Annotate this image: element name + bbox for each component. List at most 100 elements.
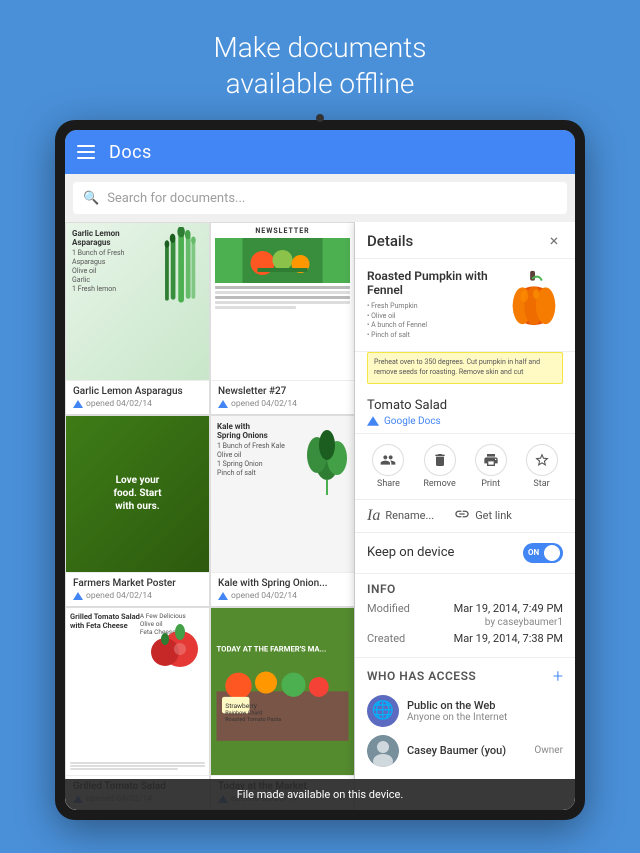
details-header: Details ×	[355, 222, 575, 259]
hero-line2: available offline	[226, 67, 415, 100]
doc-meta-kale: opened 04/02/14	[218, 591, 347, 601]
doc-card-newsletter[interactable]: NEWSLETTER	[210, 222, 355, 415]
recipe-text-content: Roasted Pumpkin with Fennel • Fresh Pump…	[367, 269, 497, 341]
casey-name: Casey Baumer (you)	[407, 744, 526, 757]
tablet-screen: Docs 🔍 Search for documents... Garlic Le…	[65, 130, 575, 810]
get-link-label: Get link	[475, 509, 512, 522]
public-name: Public on the Web	[407, 699, 563, 712]
doc-footer-market: Farmers Market Poster opened 04/02/14	[66, 572, 209, 606]
access-item-casey: Casey Baumer (you) Owner	[367, 735, 563, 767]
linked-doc-source: Google Docs	[367, 416, 563, 427]
doc-card-kale[interactable]: Kale withSpring Onions 1 Bunch of Fresh …	[210, 415, 355, 608]
drive-icon-market	[73, 592, 83, 600]
content-area: Garlic LemonAsparagus 1 Bunch of FreshAs…	[65, 222, 575, 810]
doc-footer-newsletter: Newsletter #27 opened 04/02/14	[211, 380, 354, 414]
get-link-icon	[454, 506, 470, 526]
recipe-ingredients: • Fresh Pumpkin • Olive oil • A bunch of…	[367, 302, 497, 341]
svg-text:Roasted Tomato Pasta: Roasted Tomato Pasta	[225, 717, 281, 723]
info-section: Info Modified Mar 19, 2014, 7:49 PM by c…	[355, 574, 575, 658]
add-person-button[interactable]: +	[553, 666, 563, 687]
doc-thumbnail-newsletter: NEWSLETTER	[211, 223, 354, 380]
pumpkin-illustration	[505, 269, 563, 327]
details-panel: Details × Roasted Pumpkin with Fennel • …	[355, 222, 575, 810]
star-label: Star	[533, 479, 549, 489]
created-value: Mar 19, 2014, 7:38 PM	[454, 632, 563, 645]
doc-meta-asparagus: opened 04/02/14	[73, 399, 202, 409]
created-row: Created Mar 19, 2014, 7:38 PM	[367, 632, 563, 645]
modified-row: Modified Mar 19, 2014, 7:49 PM by caseyb…	[367, 602, 563, 628]
access-section: Who has access + 🌐 Public on the Web Any…	[355, 658, 575, 783]
hamburger-menu[interactable]	[77, 145, 95, 159]
action-share[interactable]: Share	[372, 444, 404, 489]
hamburger-line1	[77, 145, 95, 147]
offline-toggle[interactable]: ON	[523, 543, 563, 563]
doc-thumbnail-market: Love yourfood. Startwith ours.	[66, 416, 209, 573]
star-icon	[526, 444, 558, 476]
hamburger-line3	[77, 157, 95, 159]
newsletter-header-text: NEWSLETTER	[215, 227, 350, 235]
toggle-knob	[544, 545, 560, 561]
share-icon	[372, 444, 404, 476]
search-bar[interactable]: 🔍 Search for documents...	[73, 182, 567, 214]
toast-notification: File made available on this device.	[65, 779, 575, 810]
market-scene: TODAY AT THE FARMER'S MA... Strawberry R…	[211, 608, 354, 775]
rename-label: Rename...	[385, 509, 434, 522]
doc-meta-newsletter: opened 04/02/14	[218, 399, 347, 409]
globe-avatar: 🌐	[367, 695, 399, 727]
toggle-on-text: ON	[528, 548, 539, 557]
get-link-button[interactable]: Get link	[454, 506, 512, 526]
rename-icon: Ia	[367, 507, 380, 525]
modified-label: Modified	[367, 602, 410, 628]
hero-line1: Make documents	[214, 31, 427, 64]
newsletter-text-block	[215, 286, 350, 309]
user-photo	[367, 735, 399, 767]
close-button[interactable]: ×	[545, 232, 563, 250]
details-title: Details	[367, 232, 413, 250]
linked-doc-title: Tomato Salad	[367, 398, 563, 413]
doc-name-asparagus: Garlic Lemon Asparagus	[73, 386, 202, 397]
access-section-header: Who has access +	[367, 666, 563, 687]
info-section-title: Info	[367, 582, 563, 596]
access-item-public: 🌐 Public on the Web Anyone on the Intern…	[367, 695, 563, 727]
action-buttons-row: Share Remove	[355, 434, 575, 500]
doc-footer-asparagus: Garlic Lemon Asparagus opened 04/02/14	[66, 380, 209, 414]
link-actions-row: Ia Rename... Get link	[355, 500, 575, 533]
doc-thumbnail-market2: TODAY AT THE FARMER'S MA... Strawberry R…	[211, 608, 354, 775]
drive-icon-kale	[218, 592, 228, 600]
drive-icon-newsletter	[218, 400, 228, 408]
globe-icon: 🌐	[372, 700, 394, 721]
hamburger-line2	[77, 151, 95, 153]
casey-role: Owner	[534, 745, 563, 756]
market-poster-text: Love yourfood. Startwith ours.	[113, 474, 161, 513]
tablet-camera	[316, 114, 324, 122]
access-info-casey: Casey Baumer (you)	[407, 744, 526, 757]
doc-name-newsletter: Newsletter #27	[218, 386, 347, 397]
remove-icon	[424, 444, 456, 476]
doc-thumbnail-tomato: Grilled Tomato Saladwith Feta Cheese A F…	[66, 608, 209, 775]
keep-on-device-row: Keep on device ON	[355, 533, 575, 574]
action-star[interactable]: Star	[526, 444, 558, 489]
doc-thumbnail-kale: Kale withSpring Onions 1 Bunch of Fresh …	[211, 416, 354, 573]
doc-card-asparagus[interactable]: Garlic LemonAsparagus 1 Bunch of FreshAs…	[65, 222, 210, 415]
doc-card-market[interactable]: Love yourfood. Startwith ours. Farmers M…	[65, 415, 210, 608]
doc-footer-kale: Kale with Spring Onion... opened 04/02/1…	[211, 572, 354, 606]
remove-label: Remove	[423, 479, 455, 489]
action-remove[interactable]: Remove	[423, 444, 455, 489]
asparagus-recipe-text: Garlic LemonAsparagus 1 Bunch of FreshAs…	[70, 227, 126, 296]
kale-recipe-text: Kale withSpring Onions 1 Bunch of Fresh …	[215, 420, 287, 480]
drive-icon-linked	[367, 416, 379, 426]
access-section-title: Who has access	[367, 669, 476, 683]
svg-text:TODAY AT THE FARMER'S MA...: TODAY AT THE FARMER'S MA...	[217, 645, 327, 654]
tomato-recipe-title: Grilled Tomato Saladwith Feta Cheese	[70, 612, 140, 630]
doc-name-kale: Kale with Spring Onion...	[218, 578, 347, 589]
rename-button[interactable]: Ia Rename...	[367, 506, 434, 526]
recipe-title: Roasted Pumpkin with Fennel	[367, 269, 497, 298]
docs-app-title: Docs	[109, 142, 152, 163]
drive-icon-asparagus	[73, 400, 83, 408]
search-icon: 🔍	[83, 191, 99, 206]
doc-name-market: Farmers Market Poster	[73, 578, 202, 589]
newsletter-image	[215, 238, 350, 283]
share-label: Share	[377, 479, 400, 489]
asparagus-illustration	[159, 227, 207, 312]
action-print[interactable]: Print	[475, 444, 507, 489]
